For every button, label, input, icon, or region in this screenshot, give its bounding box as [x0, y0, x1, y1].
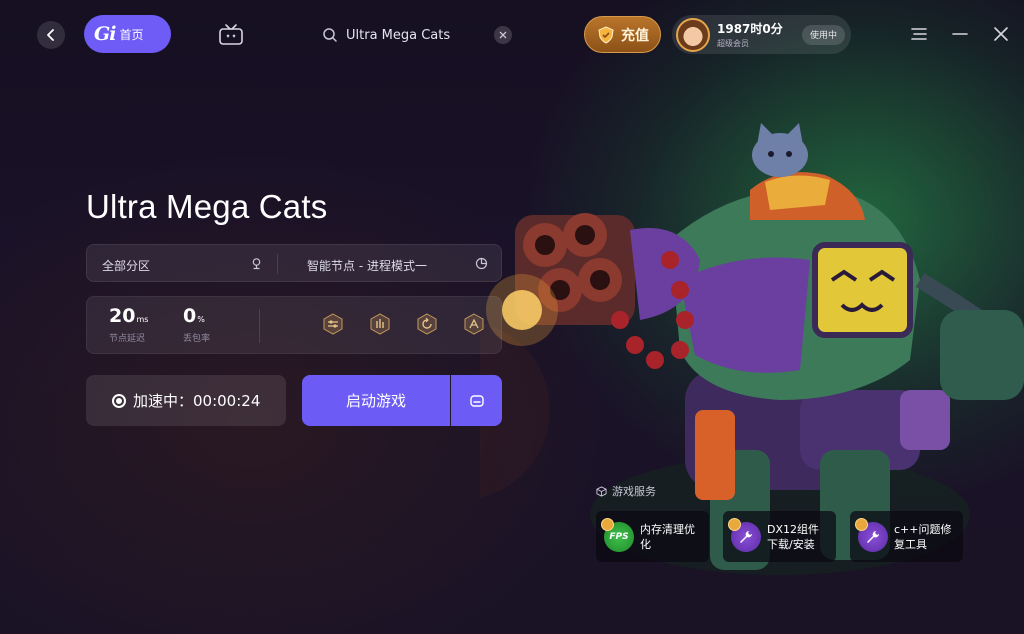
search-icon [323, 28, 337, 42]
clear-search-button[interactable] [494, 26, 512, 44]
packet-loss-stat: 0% 丢包率 [183, 305, 210, 344]
network-tool-button[interactable] [369, 313, 391, 335]
stats-divider [259, 309, 260, 343]
service-label: c++问题修 复工具 [894, 522, 951, 552]
cube-icon [596, 485, 607, 497]
network-icon [370, 313, 390, 335]
recharge-button[interactable]: 充值 [584, 16, 661, 53]
service-label-line2: 化 [640, 537, 651, 551]
user-account[interactable]: 1987时0分 超级会员 使用中 [672, 15, 851, 54]
acceleration-status-button[interactable]: 加速中：00:00:24 [86, 375, 286, 426]
service-label-line2: 下载/安装 [767, 537, 815, 551]
service-memory-clean[interactable]: FPS 内存清理优 化 [596, 511, 709, 562]
service-dx12[interactable]: DX12组件 下载/安装 [723, 511, 836, 562]
network-stats: 20ms 节点延迟 0% 丢包率 [86, 296, 502, 354]
user-level: 超级会员 [717, 39, 749, 48]
start-game-button[interactable]: 启动游戏 [302, 375, 450, 426]
tv-icon[interactable] [217, 20, 245, 48]
service-label-line2: 复工具 [894, 537, 927, 551]
shield-coin-icon [598, 25, 614, 44]
wrench-glyph [740, 530, 752, 543]
wrench-glyph [867, 530, 879, 543]
service-label-line1: 内存清理优 [640, 522, 695, 536]
refresh-tool-button[interactable] [416, 313, 438, 335]
fps-icon: FPS [601, 517, 634, 552]
record-icon [112, 393, 126, 408]
home-button[interactable]: Gi 首页 [84, 15, 171, 53]
route-icon [464, 313, 484, 335]
minimize-icon[interactable] [951, 25, 969, 43]
recharge-label: 充值 [621, 27, 649, 44]
latency-unit: ms [136, 315, 149, 324]
game-title: Ultra Mega Cats [86, 188, 328, 225]
game-services-title: 游戏服务 [612, 485, 656, 498]
close-window-icon[interactable] [992, 25, 1010, 43]
service-label: DX12组件 下载/安装 [767, 522, 819, 552]
refresh-icon [417, 313, 437, 335]
wrench-icon [728, 517, 761, 552]
selector-divider [277, 254, 278, 274]
service-label: 内存清理优 化 [640, 522, 695, 552]
top-bar: Gi 首页 Ultra Mega Cats 充值 1987时0分 超级会员 使用… [0, 0, 1024, 70]
game-folder-button[interactable] [451, 375, 502, 426]
wrench-icon [855, 517, 888, 552]
server-selector: 全部分区 智能节点 - 进程模式一 [86, 244, 502, 282]
crown-icon [855, 517, 868, 531]
user-remaining-time: 1987时0分 [717, 22, 783, 36]
search-input[interactable]: Ultra Mega Cats [346, 28, 494, 43]
location-pin-icon[interactable] [250, 257, 263, 270]
search-bar[interactable]: Ultra Mega Cats [322, 22, 512, 48]
back-arrow-icon [47, 29, 54, 41]
loss-label: 丢包率 [183, 334, 211, 344]
service-label-line1: DX12组件 [767, 522, 820, 536]
latency-stat: 20ms 节点延迟 [109, 305, 148, 344]
node-switch-icon[interactable] [475, 257, 488, 270]
latency-label: 节点延迟 [109, 334, 146, 344]
menu-icon[interactable] [910, 25, 928, 43]
crown-icon [601, 517, 614, 531]
app-logo: Gi [94, 23, 116, 45]
status-badge: 使用中 [801, 24, 845, 45]
service-label-line1: c++问题修 [894, 522, 952, 536]
settings-tool-button[interactable] [322, 313, 344, 335]
user-info: 1987时0分 超级会员 [717, 20, 783, 49]
crown-icon [728, 517, 741, 531]
fps-icon-label: FPS [609, 531, 629, 542]
route-tool-button[interactable] [463, 313, 485, 335]
settings-sliders-icon [323, 313, 343, 335]
region-select[interactable]: 全部分区 [102, 257, 150, 274]
back-button[interactable] [37, 21, 65, 49]
loss-unit: % [197, 315, 205, 324]
service-cpp-repair[interactable]: c++问题修 复工具 [850, 511, 963, 562]
avatar [676, 17, 710, 52]
folder-icon [469, 394, 484, 407]
node-select[interactable]: 智能节点 - 进程模式一 [307, 257, 427, 274]
game-services-header: 游戏服务 [596, 483, 656, 499]
close-icon [499, 31, 507, 39]
acceleration-timer: 加速中：00:00:24 [133, 392, 261, 410]
latency-value: 20 [109, 305, 136, 327]
app-window: Gi 首页 Ultra Mega Cats 充值 1987时0分 超级会员 使用… [0, 0, 1024, 634]
home-label: 首页 [119, 27, 144, 42]
loss-value: 0 [183, 305, 197, 327]
